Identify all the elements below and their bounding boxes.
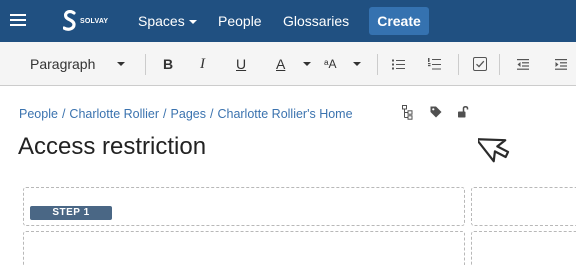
solvay-logo[interactable]: SOLVAY: [63, 10, 108, 32]
outdent-icon[interactable]: [517, 42, 529, 86]
logo-text: SOLVAY: [80, 17, 109, 25]
more-formatting-button[interactable]: ᵃA: [324, 42, 336, 86]
text-color-dropdown[interactable]: [303, 42, 311, 86]
chevron-down-icon: [353, 62, 361, 66]
paragraph-style-dropdown[interactable]: Paragraph: [30, 42, 126, 86]
breadcrumb-pages[interactable]: Pages: [171, 107, 206, 121]
chevron-down-icon: [188, 20, 197, 25]
breadcrumb-separator: /: [209, 107, 214, 121]
editor-toolbar: Paragraph B I U A ᵃA: [0, 42, 576, 86]
label-tag-icon[interactable]: [430, 105, 442, 123]
underline-button[interactable]: U: [236, 42, 246, 86]
indent-icon[interactable]: [555, 42, 567, 86]
more-formatting-dropdown[interactable]: [353, 42, 361, 86]
paragraph-style-label: Paragraph: [30, 56, 96, 72]
text-color-label: A: [276, 56, 286, 72]
nav-spaces[interactable]: Spaces: [138, 0, 197, 42]
breadcrumb-user[interactable]: Charlotte Rollier: [69, 107, 159, 121]
toolbar-divider: [145, 54, 146, 75]
numbered-list-icon[interactable]: [428, 42, 441, 86]
layout-cell[interactable]: [471, 231, 576, 265]
bold-button[interactable]: B: [163, 42, 173, 86]
page-tree-icon[interactable]: [402, 105, 413, 125]
task-list-icon[interactable]: [473, 42, 487, 86]
breadcrumb-home[interactable]: Charlotte Rollier's Home: [217, 107, 352, 121]
layout-cell[interactable]: [471, 187, 576, 226]
nav-spaces-label: Spaces: [138, 13, 185, 29]
unlock-icon[interactable]: [458, 105, 469, 123]
breadcrumb: People / Charlotte Rollier / Pages / Cha…: [19, 105, 353, 123]
toolbar-divider: [499, 54, 500, 75]
chevron-down-icon: [117, 62, 126, 66]
page-title[interactable]: Access restriction: [18, 133, 206, 161]
solvay-s-icon: [63, 10, 76, 31]
step-status-label: STEP 1: [30, 206, 112, 220]
layout-cell[interactable]: STEP 1: [23, 187, 465, 226]
confluence-editor: SOLVAY Spaces People Glossaries Create P…: [0, 0, 576, 265]
menu-icon[interactable]: [10, 13, 26, 27]
nav-glossaries[interactable]: Glossaries: [283, 0, 349, 42]
breadcrumb-separator: /: [163, 107, 167, 121]
layout-cell[interactable]: [23, 231, 465, 265]
create-button[interactable]: Create: [369, 7, 429, 35]
chevron-down-icon: [303, 62, 311, 66]
top-navigation-bar: SOLVAY Spaces People Glossaries Create: [0, 0, 576, 42]
mouse-pointer-icon: [475, 124, 518, 169]
bullet-list-icon[interactable]: [392, 42, 405, 86]
toolbar-divider: [458, 54, 459, 75]
nav-people[interactable]: People: [218, 0, 262, 42]
italic-button[interactable]: I: [200, 42, 205, 86]
text-color-button[interactable]: A: [276, 42, 285, 86]
breadcrumb-separator: /: [61, 107, 66, 121]
breadcrumb-people[interactable]: People: [19, 107, 58, 121]
toolbar-divider: [377, 54, 378, 75]
